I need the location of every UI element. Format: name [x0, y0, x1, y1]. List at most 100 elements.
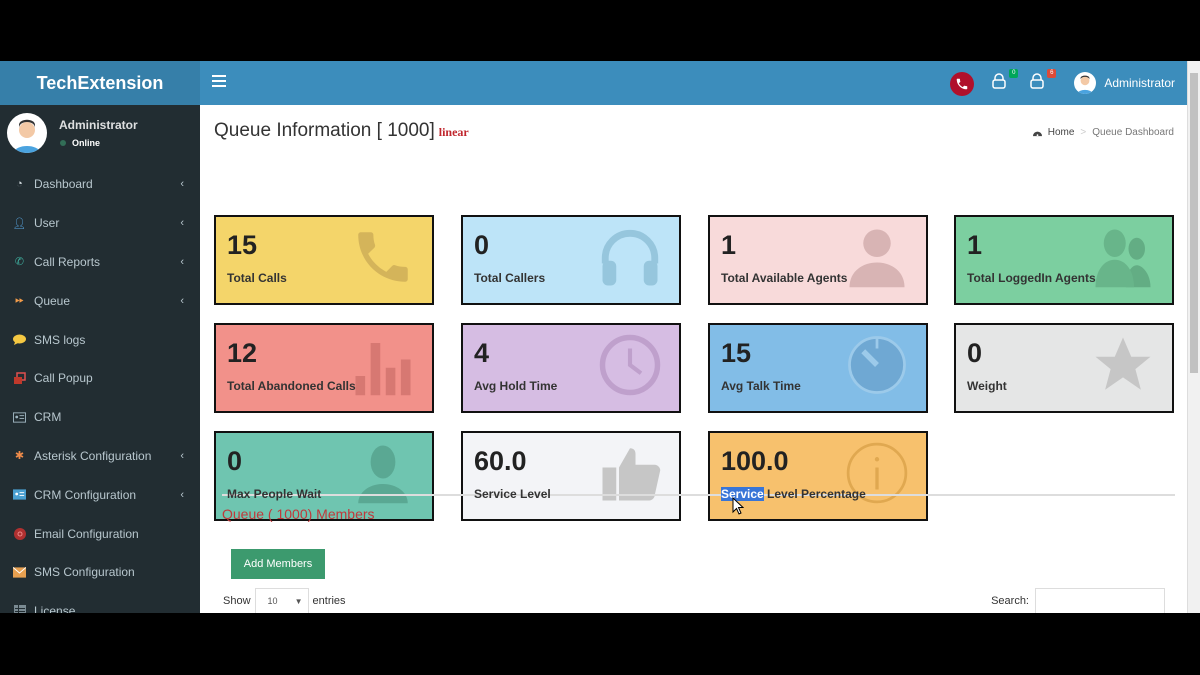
stat-label: Weight — [967, 379, 1007, 393]
user-menu[interactable]: Administrator — [1074, 72, 1175, 94]
dashboard-icon — [1032, 131, 1042, 137]
browser-viewport: TechExtension 0 6 Administrator Administ… — [0, 61, 1200, 613]
lock-icon — [992, 73, 1007, 89]
bar-chart-icon — [355, 343, 411, 396]
stat-value: 100.0 — [721, 446, 789, 476]
window-restore-icon — [13, 372, 26, 385]
user-panel: Administrator Online — [0, 105, 200, 165]
stat-card-total-available-agents: 1 Total Available Agents — [708, 215, 928, 305]
chevron-left-icon: ‹ — [180, 217, 184, 230]
stat-label: Total Calls — [227, 271, 287, 285]
stat-value: 12 — [227, 338, 258, 368]
notification-badge: 0 — [1009, 69, 1019, 78]
sidebar-item-sms-configuration[interactable]: SMS Configuration — [0, 553, 200, 592]
sidebar-item-queue[interactable]: ⏩︎ Queue ‹ — [0, 281, 200, 320]
section-divider — [222, 494, 1175, 496]
sidebar-item-asterisk-configuration[interactable]: ✱ Asterisk Configuration ‹ — [0, 437, 200, 476]
lock-icon — [1030, 73, 1045, 89]
stat-card-total-calls: 15 Total Calls — [214, 215, 434, 305]
avatar — [7, 113, 47, 153]
stat-label: Total Callers — [474, 271, 546, 285]
phone-icon: ✆ — [14, 256, 25, 269]
brand-logo[interactable]: TechExtension — [0, 61, 200, 105]
headphones-icon — [601, 229, 659, 286]
search-input[interactable] — [1035, 588, 1165, 613]
user-icon: 👤︎ — [12, 217, 27, 230]
forward-icon: ⏩︎ — [15, 294, 24, 307]
stat-label: Service Level — [474, 487, 551, 501]
user-status: Online — [60, 138, 100, 148]
dashboard-icon: ◔ — [16, 178, 23, 191]
stat-value: 1 — [721, 230, 737, 260]
stat-card-total-loggedin-agents: 1 Total LoggedIn Agents — [954, 215, 1174, 305]
stat-card-avg-hold-time: 4 Avg Hold Time — [461, 323, 681, 413]
user-icon — [849, 229, 905, 288]
envelope-icon — [13, 566, 26, 579]
queue-strategy: linear — [438, 125, 469, 139]
chevron-left-icon: ‹ — [180, 488, 184, 501]
phone-button[interactable] — [950, 72, 975, 96]
page-length-select[interactable]: 10 ▼ — [254, 588, 309, 613]
hamburger-icon[interactable] — [212, 75, 226, 87]
page-title: Queue Information [ 1000] linear — [214, 120, 469, 141]
stat-card-avg-talk-time: 15 Avg Talk Time — [708, 323, 928, 413]
sidebar: Administrator Online ◔ Dashboard ‹ 👤︎ User ‹… — [0, 105, 200, 613]
caret-down-icon: ▼ — [294, 596, 303, 606]
status-dot-icon — [60, 140, 66, 146]
stat-label: Total Available Agents — [721, 271, 848, 285]
add-members-button[interactable]: Add Members — [231, 549, 325, 579]
stat-card-service-level: 60.0 Service Level — [461, 431, 681, 521]
status-text: Online — [72, 138, 101, 148]
sidebar-item-email-configuration[interactable]: Email Configuration — [0, 514, 200, 553]
stat-label: Max People Wait — [227, 487, 322, 501]
users-icon — [1095, 229, 1151, 288]
top-navbar: TechExtension 0 6 Administrator — [0, 61, 1200, 105]
header-user-name: Administrator — [1104, 76, 1175, 90]
stat-value: 15 — [227, 230, 258, 260]
page-scrollbar[interactable] — [1187, 61, 1200, 613]
navbar-right: 0 6 Administrator — [950, 61, 1175, 105]
id-card-icon — [13, 488, 26, 501]
notification-badge: 6 — [1047, 69, 1057, 78]
stat-card-weight: 0 Weight — [954, 323, 1174, 413]
stat-label: Avg Talk Time — [721, 379, 801, 393]
phone-icon — [358, 232, 408, 282]
table-search: Search: — [991, 588, 1165, 613]
stat-value: 0 — [474, 230, 490, 260]
id-card-icon — [13, 411, 26, 424]
stat-card-total-callers: 0 Total Callers — [461, 215, 681, 305]
asterisk-icon: ✱ — [14, 450, 25, 463]
chevron-left-icon: ‹ — [180, 178, 184, 191]
sidebar-item-license[interactable]: License — [0, 592, 200, 613]
sidebar-item-sms-logs[interactable]: SMS logs — [0, 320, 200, 359]
main-content: Queue Information [ 1000] linear Home > Q… — [200, 105, 1187, 613]
sidebar-item-call-reports[interactable]: ✆ Call Reports ‹ — [0, 243, 200, 282]
stat-value: 4 — [474, 338, 490, 368]
sidebar-item-dashboard[interactable]: ◔ Dashboard ‹ — [0, 165, 200, 204]
sidebar-item-crm-configuration[interactable]: CRM Configuration ‹ — [0, 475, 200, 514]
stat-card-total-abandoned-calls: 12 Total Abandoned Calls — [214, 323, 434, 413]
stat-value: 0 — [967, 338, 983, 368]
sidebar-item-user[interactable]: 👤︎ User ‹ — [0, 204, 200, 243]
breadcrumb: Home > Queue Dashboard — [1032, 127, 1174, 138]
chevron-left-icon: ‹ — [180, 255, 184, 268]
sidebar-user-name: Administrator — [59, 118, 138, 132]
stat-value: 60.0 — [474, 446, 527, 476]
sidebar-item-crm[interactable]: CRM — [0, 398, 200, 437]
at-icon — [13, 527, 26, 540]
sidebar-menu: ◔ Dashboard ‹ 👤︎ User ‹ ✆ Call Reports ‹ ⏩︎ Que… — [0, 165, 200, 613]
scrollbar-thumb[interactable] — [1190, 73, 1198, 373]
stat-value: 15 — [721, 338, 752, 368]
notification-lock-2[interactable]: 6 — [1030, 69, 1057, 93]
stat-value: 1 — [967, 230, 983, 260]
page-length-control: Show 10 ▼ entries — [223, 588, 346, 613]
star-icon — [1095, 337, 1151, 390]
chevron-left-icon: ‹ — [180, 449, 184, 462]
stat-label: Avg Hold Time — [474, 379, 558, 393]
timer-icon — [848, 336, 906, 394]
stat-card-service-level-percentage: 100.0 Service Level Percentage — [708, 431, 928, 521]
sidebar-item-call-popup[interactable]: Call Popup — [0, 359, 200, 398]
breadcrumb-home[interactable]: Home — [1048, 127, 1075, 138]
chevron-left-icon: ‹ — [180, 294, 184, 307]
notification-lock-1[interactable]: 0 — [992, 69, 1019, 93]
